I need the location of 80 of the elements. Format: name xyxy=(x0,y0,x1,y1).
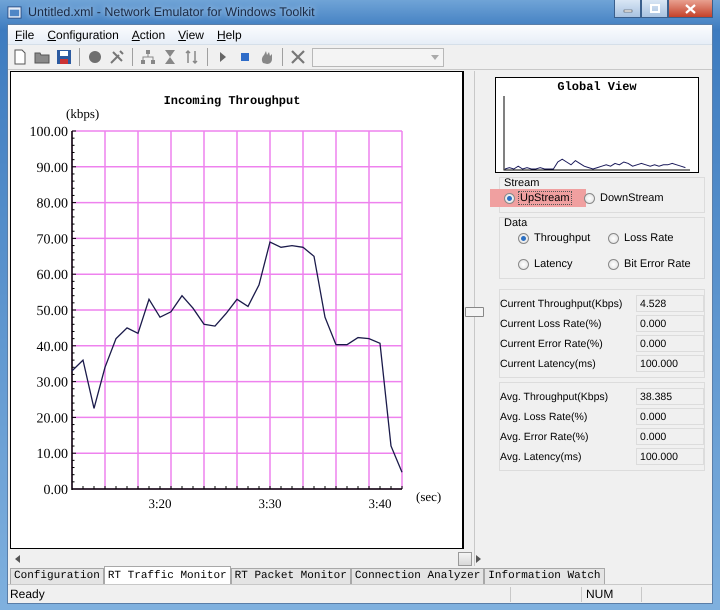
group-label: Stream xyxy=(504,177,540,189)
radio-button[interactable] xyxy=(518,232,529,244)
radio-label[interactable]: DownStream xyxy=(598,191,666,205)
network-icon[interactable] xyxy=(140,49,156,65)
radio-label[interactable]: Latency xyxy=(532,257,575,271)
stat-label: Current Loss Rate(%) xyxy=(500,318,603,330)
tick-label: 3:40 xyxy=(368,496,392,511)
group-label: Data xyxy=(504,217,528,229)
cross-tools-icon[interactable] xyxy=(290,49,306,65)
chart-title: Global View xyxy=(557,80,637,94)
radio-label[interactable]: Loss Rate xyxy=(622,231,676,245)
circle-icon[interactable] xyxy=(87,49,103,65)
splitter-handle[interactable] xyxy=(464,307,484,317)
tick-label: 50.00 xyxy=(36,304,68,319)
tick-label: 0.00 xyxy=(44,483,68,498)
tick-label: 3:30 xyxy=(258,496,282,511)
tick-label: 40.00 xyxy=(36,340,68,355)
chart-title: Incoming Throughput xyxy=(164,94,300,108)
radio-button[interactable] xyxy=(584,192,595,204)
value-field: 0.000 xyxy=(636,335,704,352)
radio-label[interactable]: Bit Error Rate xyxy=(622,257,693,271)
window-title: Untitled.xml - Network Emulator for Windows Toolkit xyxy=(28,5,316,19)
radio-button[interactable] xyxy=(504,192,515,204)
sort-icon[interactable] xyxy=(184,49,200,65)
minimize-button[interactable] xyxy=(614,0,641,18)
status-indicator: NUM xyxy=(581,586,641,602)
menu-item[interactable]: File xyxy=(9,28,40,42)
radio-label[interactable]: UpStream xyxy=(518,191,572,205)
tick-label: 70.00 xyxy=(36,232,68,248)
save-icon[interactable] xyxy=(56,49,72,65)
caret-icon xyxy=(431,54,439,60)
stat-label: Current Latency(ms) xyxy=(500,358,597,370)
menu-item[interactable]: View xyxy=(172,28,210,42)
new-file-icon[interactable] xyxy=(12,49,28,65)
tick-label: 10.00 xyxy=(36,447,68,462)
tick-label: 60.00 xyxy=(36,268,68,284)
tab[interactable]: RT Packet Monitor xyxy=(230,568,351,584)
value-field: 0.000 xyxy=(636,428,704,445)
scroll-thumb[interactable] xyxy=(458,552,472,566)
tick-label: 100.00 xyxy=(30,125,68,140)
value-field: 0.000 xyxy=(636,408,704,425)
maximize-button[interactable] xyxy=(641,0,668,18)
hourglass-icon[interactable] xyxy=(162,49,178,65)
tab[interactable]: Configuration xyxy=(10,568,104,584)
stat-label: Avg. Loss Rate(%) xyxy=(500,410,588,422)
value-field: 100.000 xyxy=(636,448,704,465)
app-icon xyxy=(7,4,22,20)
status-text: Ready xyxy=(9,587,46,601)
close-button[interactable] xyxy=(668,0,713,18)
dropdown-field[interactable] xyxy=(312,48,444,66)
value-field: 38.385 xyxy=(636,388,704,405)
right-arrow-icon[interactable] xyxy=(476,554,482,562)
radio-button[interactable] xyxy=(518,258,529,270)
stat-label: Current Error Rate(%) xyxy=(500,338,604,350)
stat-label: Avg. Throughput(Kbps) xyxy=(500,390,610,402)
axis-label: (sec) xyxy=(416,489,442,504)
tab[interactable]: Information Watch xyxy=(484,568,605,584)
menu-item[interactable]: Action xyxy=(126,28,172,42)
left-arrow-icon[interactable] xyxy=(14,554,20,562)
tick-label: 80.00 xyxy=(36,196,68,212)
axis-label: (kbps) xyxy=(66,106,100,121)
tick-label: 3:20 xyxy=(148,496,172,511)
radio-label[interactable]: Throughput xyxy=(532,231,592,245)
stat-label: Avg. Latency(ms) xyxy=(500,450,583,462)
radio-button[interactable] xyxy=(608,258,619,270)
radio-button[interactable] xyxy=(608,232,619,244)
stat-label: Current Throughput(Kbps) xyxy=(500,298,624,310)
tools-icon[interactable] xyxy=(109,49,125,65)
value-field: 100.000 xyxy=(636,355,704,372)
tab[interactable]: Connection Analyzer xyxy=(350,568,484,584)
menu-item[interactable]: Configuration xyxy=(41,28,125,42)
tick-label: 20.00 xyxy=(36,411,68,426)
close-icon[interactable] xyxy=(685,4,696,14)
value-field: 0.000 xyxy=(636,315,704,332)
tick-label: 90.00 xyxy=(36,160,68,176)
menu-item[interactable]: Help xyxy=(210,28,248,42)
tick-label: 30.00 xyxy=(36,376,68,391)
value-field: 4.528 xyxy=(636,295,704,312)
tab[interactable]: RT Traffic Monitor xyxy=(104,566,231,584)
stat-label: Avg. Error Rate(%) xyxy=(500,430,590,442)
